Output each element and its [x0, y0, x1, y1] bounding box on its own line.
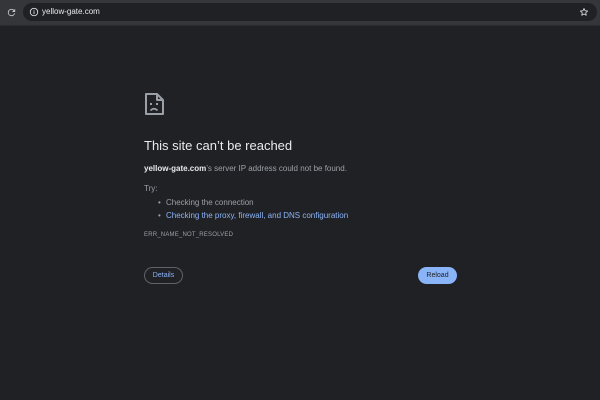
bullet: • — [158, 198, 161, 207]
suggestion-check-connection: Checking the connection — [166, 198, 254, 207]
reload-icon[interactable] — [2, 3, 20, 21]
error-message: yellow-gate.com’s server IP address coul… — [144, 164, 347, 173]
sad-document-icon — [144, 92, 166, 116]
info-icon[interactable] — [27, 5, 41, 19]
browser-toolbar: yellow-gate.com — [0, 0, 600, 26]
suggestion-check-proxy-link[interactable]: Checking the proxy, firewall, and DNS co… — [166, 211, 348, 220]
bullet: • — [158, 211, 161, 220]
suggestion-item: • Checking the proxy, firewall, and DNS … — [158, 209, 348, 222]
try-label: Try: — [144, 184, 158, 193]
page-title: This site can’t be reached — [144, 138, 293, 153]
suggestion-item: • Checking the connection — [158, 196, 348, 209]
error-message-text: ’s server IP address could not be found. — [206, 164, 347, 173]
suggestions-list: • Checking the connection • Checking the… — [158, 196, 348, 222]
address-bar[interactable]: yellow-gate.com — [23, 3, 597, 21]
details-button[interactable]: Details — [144, 267, 183, 284]
reload-button[interactable]: Reload — [418, 267, 457, 284]
error-host: yellow-gate.com — [144, 164, 207, 173]
error-code: ERR_NAME_NOT_RESOLVED — [144, 232, 234, 238]
star-icon[interactable] — [577, 5, 591, 19]
url-text[interactable]: yellow-gate.com — [42, 3, 100, 21]
